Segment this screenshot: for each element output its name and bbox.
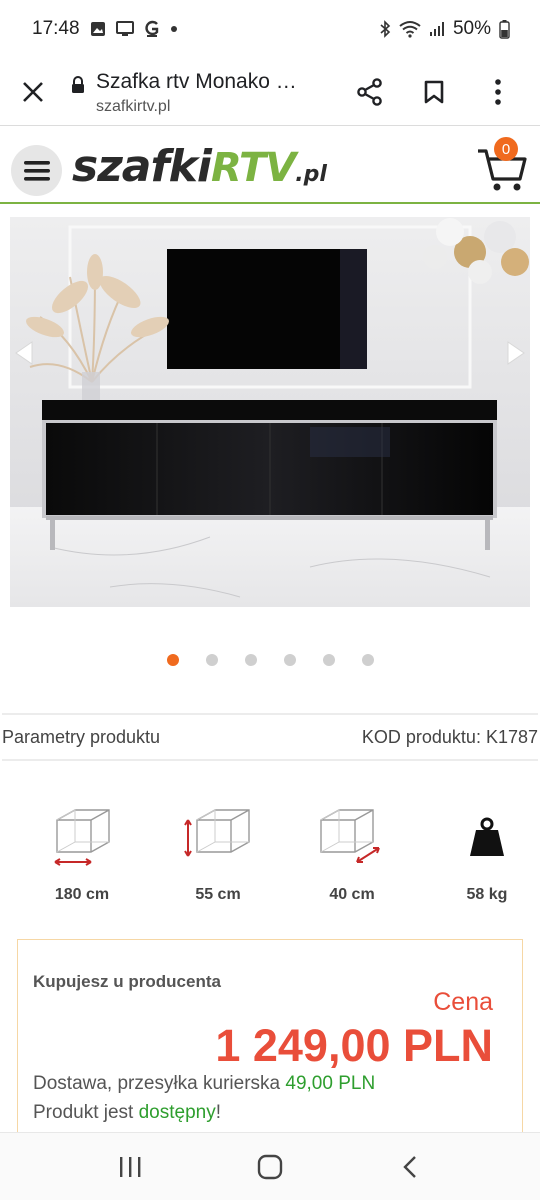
gallery-next-button[interactable] xyxy=(502,340,528,366)
gallery-dot[interactable] xyxy=(322,654,335,666)
hamburger-icon xyxy=(23,160,50,181)
dimension-depth: 40 cm xyxy=(302,800,402,904)
hamburger-menu-button[interactable] xyxy=(11,145,62,196)
close-icon xyxy=(23,81,43,102)
dimension-weight: 58 kg xyxy=(437,800,537,904)
home-button[interactable] xyxy=(240,1137,300,1197)
system-navigation-bar xyxy=(0,1132,540,1200)
page-title: Szafka rtv Monako … xyxy=(96,69,297,93)
gallery-dot[interactable] xyxy=(166,654,179,666)
weight-icon xyxy=(470,817,504,856)
more-options-button[interactable] xyxy=(466,58,530,126)
signal-icon xyxy=(429,21,445,37)
status-time: 17:48 xyxy=(32,18,80,39)
product-code: KOD produktu: K1787 xyxy=(361,726,538,747)
dimension-weight-label: 58 kg xyxy=(466,886,508,903)
price-label: Cena xyxy=(433,988,493,1016)
share-icon xyxy=(357,77,382,106)
logo-text-szafki: szafki xyxy=(72,141,212,192)
battery-percent: 50% xyxy=(452,18,491,39)
cart-count-badge: 0 xyxy=(494,137,518,161)
delivery-price: 49,00 PLN xyxy=(285,1073,376,1094)
cart-button[interactable]: 0 xyxy=(476,137,528,193)
params-heading: Parametry produktu xyxy=(2,726,161,747)
availability-info: Produkt jest dostępny! xyxy=(33,1102,221,1124)
g-app-icon xyxy=(144,20,160,38)
availability-status: dostępny xyxy=(138,1102,216,1123)
gallery-dot[interactable] xyxy=(205,654,218,666)
back-icon xyxy=(403,1155,416,1178)
logo-text-rtv: RTV xyxy=(210,145,296,191)
bookmark-button[interactable] xyxy=(402,58,466,126)
close-tab-button[interactable] xyxy=(0,58,66,126)
gallery-prev-button[interactable] xyxy=(12,340,38,366)
availability-text: Produkt jest xyxy=(33,1102,139,1123)
dimensions-row: 180 cm 55 cm 40 cm 58 kg xyxy=(0,800,540,910)
dimension-height: 55 cm xyxy=(168,800,268,904)
availability-suffix: ! xyxy=(215,1102,222,1123)
producer-heading: Kupujesz u producenta xyxy=(33,972,221,991)
depth-box-icon xyxy=(320,809,380,863)
status-bar: 17:48 50% xyxy=(0,0,540,58)
url-area[interactable]: Szafka rtv Monako … szafkirtv.pl xyxy=(66,68,338,116)
bluetooth-icon xyxy=(379,20,391,38)
back-button[interactable] xyxy=(380,1137,440,1197)
recent-apps-icon xyxy=(120,1156,141,1177)
gallery-pagination xyxy=(0,654,540,666)
gallery-dot[interactable] xyxy=(244,654,257,666)
share-button[interactable] xyxy=(338,58,402,126)
price-amount: 1 249,00 PLN xyxy=(215,1020,493,1071)
recent-apps-button[interactable] xyxy=(100,1137,160,1197)
page-domain: szafkirtv.pl xyxy=(96,97,171,115)
site-logo[interactable]: szafkiRTV.pl xyxy=(72,141,327,192)
screen-cast-icon xyxy=(115,21,134,37)
browser-toolbar: Szafka rtv Monako … szafkirtv.pl xyxy=(0,58,540,126)
site-header: szafkiRTV.pl 0 xyxy=(0,127,540,204)
gallery-dot[interactable] xyxy=(283,654,296,666)
chevron-right-icon xyxy=(507,341,525,365)
dot-icon xyxy=(170,25,178,33)
dimension-width-label: 180 cm xyxy=(54,886,110,903)
dimension-depth-label: 40 cm xyxy=(329,886,375,903)
lock-icon xyxy=(66,75,90,94)
delivery-info: Dostawa, przesyłka kurierska 49,00 PLN xyxy=(33,1073,375,1095)
wifi-icon xyxy=(399,20,421,38)
product-params-bar: Parametry produktu KOD produktu: K1787 xyxy=(2,713,538,761)
logo-text-pl: .pl xyxy=(295,162,327,187)
delivery-text: Dostawa, przesyłka kurierska xyxy=(33,1073,286,1094)
more-vertical-icon xyxy=(495,78,501,105)
price-box: Kupujesz u producenta Cena 1 249,00 PLN … xyxy=(17,939,523,1139)
bookmark-icon xyxy=(424,80,444,103)
width-box-icon xyxy=(54,809,110,866)
dimension-height-label: 55 cm xyxy=(195,886,241,903)
height-box-icon xyxy=(184,809,250,857)
product-image[interactable] xyxy=(10,217,530,607)
chevron-left-icon xyxy=(15,341,33,365)
home-icon xyxy=(257,1154,283,1179)
dimension-width: 180 cm xyxy=(32,800,132,904)
gallery-icon xyxy=(90,21,106,37)
battery-icon xyxy=(499,19,510,39)
gallery-dot[interactable] xyxy=(361,654,374,666)
